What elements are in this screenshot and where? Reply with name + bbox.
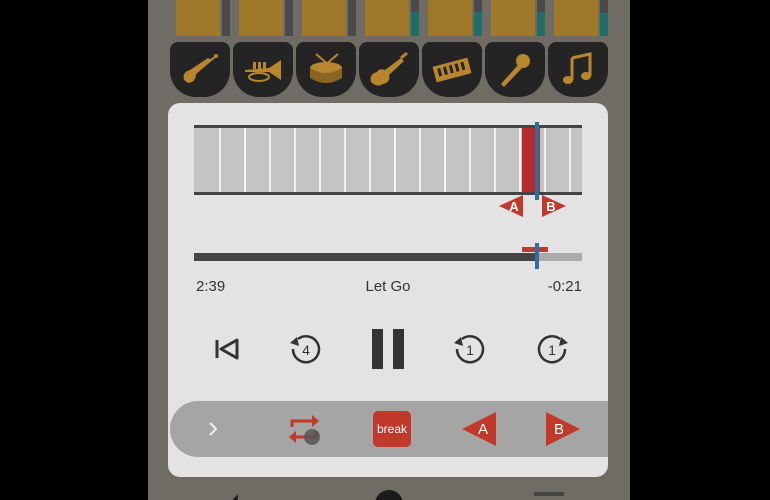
- progress-thumb[interactable]: [534, 243, 539, 269]
- level-meter-fill: [600, 13, 608, 36]
- mixer-strip[interactable]: [424, 0, 482, 38]
- electric-guitar-button[interactable]: [359, 42, 419, 97]
- keyboard-icon: [432, 57, 472, 82]
- nav-recents-icon[interactable]: [534, 492, 564, 496]
- forward-1-button[interactable]: 1: [528, 321, 576, 377]
- mixer-strip[interactable]: [361, 0, 419, 38]
- volume-fader[interactable]: [428, 0, 472, 36]
- bass-guitar-icon: [183, 53, 218, 83]
- system-navigation-bar: [232, 490, 564, 500]
- pause-button[interactable]: [364, 321, 412, 377]
- waveform-segment-line: [519, 128, 521, 192]
- waveform-segment-line: [244, 128, 246, 192]
- volume-fader[interactable]: [491, 0, 535, 36]
- level-meter: [348, 0, 356, 36]
- music-note-icon: [563, 51, 592, 84]
- rewind-1-label: 1: [466, 342, 474, 358]
- volume-fader[interactable]: [176, 0, 220, 36]
- expand-toolbar-button[interactable]: [198, 409, 228, 449]
- waveform-overview[interactable]: [194, 122, 582, 200]
- level-meter-fill: [411, 12, 419, 36]
- waveform-segment-line: [294, 128, 296, 192]
- mixer-strip[interactable]: [235, 0, 293, 38]
- track-title: Let Go: [365, 278, 411, 295]
- waveform-segment-line: [394, 128, 396, 192]
- loop-toolbar: break A B: [170, 401, 608, 457]
- waveform-segment-line: [469, 128, 471, 192]
- level-meter: [285, 0, 293, 36]
- waveform-segment-line: [319, 128, 321, 192]
- mixer-strip[interactable]: [298, 0, 356, 38]
- loop-start-marker[interactable]: A: [499, 195, 523, 217]
- pause-icon: [372, 329, 404, 369]
- keyboard-button[interactable]: [422, 42, 482, 97]
- set-loop-end-button[interactable]: B: [546, 412, 580, 446]
- remaining-time: -0:21: [547, 278, 582, 295]
- waveform-segment-line: [494, 128, 496, 192]
- volume-fader[interactable]: [554, 0, 598, 36]
- skip-to-start-icon: [215, 338, 239, 360]
- nav-back-icon[interactable]: [232, 494, 238, 500]
- set-loop-start-label: A: [477, 420, 488, 438]
- mixer-strip[interactable]: [550, 0, 608, 38]
- rewind-1-icon: 1: [454, 335, 485, 364]
- trumpet-button[interactable]: [233, 42, 293, 97]
- forward-1-label: 1: [548, 342, 556, 358]
- chevron-right-icon: [209, 422, 218, 436]
- app-screen: A B 2:39 Let Go -0:21 4 1 1 break A B: [148, 0, 630, 500]
- microphone-button[interactable]: [485, 42, 545, 97]
- level-meter-fill: [474, 12, 482, 36]
- waveform-segment-line: [369, 128, 371, 192]
- level-meter: [222, 0, 230, 36]
- waveform-segment-line: [344, 128, 346, 192]
- volume-fader[interactable]: [302, 0, 346, 36]
- music-note-button[interactable]: [548, 42, 608, 97]
- nav-home-icon[interactable]: [375, 490, 403, 500]
- loop-end-marker-label: B: [546, 198, 556, 214]
- drum-icon: [310, 52, 342, 83]
- skip-to-start-button[interactable]: [202, 321, 250, 377]
- mixer-strip[interactable]: [487, 0, 545, 38]
- drum-button[interactable]: [296, 42, 356, 97]
- break-button[interactable]: break: [373, 411, 411, 447]
- waveform-playhead[interactable]: [534, 122, 539, 200]
- waveform-segment-line: [544, 128, 546, 192]
- level-meter-fill: [537, 12, 545, 36]
- rewind-1-button[interactable]: 1: [446, 321, 494, 377]
- volume-fader[interactable]: [239, 0, 283, 36]
- rewind-icon: 4: [290, 335, 321, 364]
- set-loop-start-button[interactable]: A: [462, 412, 496, 446]
- set-loop-end-label: B: [553, 420, 564, 438]
- rewind-4-label: 4: [302, 342, 310, 358]
- bass-guitar-button[interactable]: [170, 42, 230, 97]
- waveform-segment-line: [444, 128, 446, 192]
- trumpet-icon: [245, 59, 281, 82]
- waveform-segment-line: [219, 128, 221, 192]
- volume-fader[interactable]: [365, 0, 409, 36]
- rewind-4-button[interactable]: 4: [282, 321, 330, 377]
- mixer-strip[interactable]: [172, 0, 230, 38]
- progress-slider[interactable]: [194, 243, 582, 269]
- progress-fill: [194, 253, 537, 261]
- forward-icon: 1: [537, 335, 568, 364]
- electric-guitar-icon: [370, 51, 408, 86]
- repeat-button[interactable]: [284, 409, 324, 449]
- repeat-icon: [289, 415, 320, 445]
- microphone-icon: [501, 53, 530, 87]
- waveform-segment-line: [419, 128, 421, 192]
- loop-end-marker[interactable]: B: [542, 195, 566, 217]
- waveform-segment-line: [269, 128, 271, 192]
- loop-start-marker-label: A: [509, 198, 519, 214]
- player-card: A B 2:39 Let Go -0:21 4 1 1 break A B: [168, 103, 608, 477]
- waveform-segment-line: [569, 128, 571, 192]
